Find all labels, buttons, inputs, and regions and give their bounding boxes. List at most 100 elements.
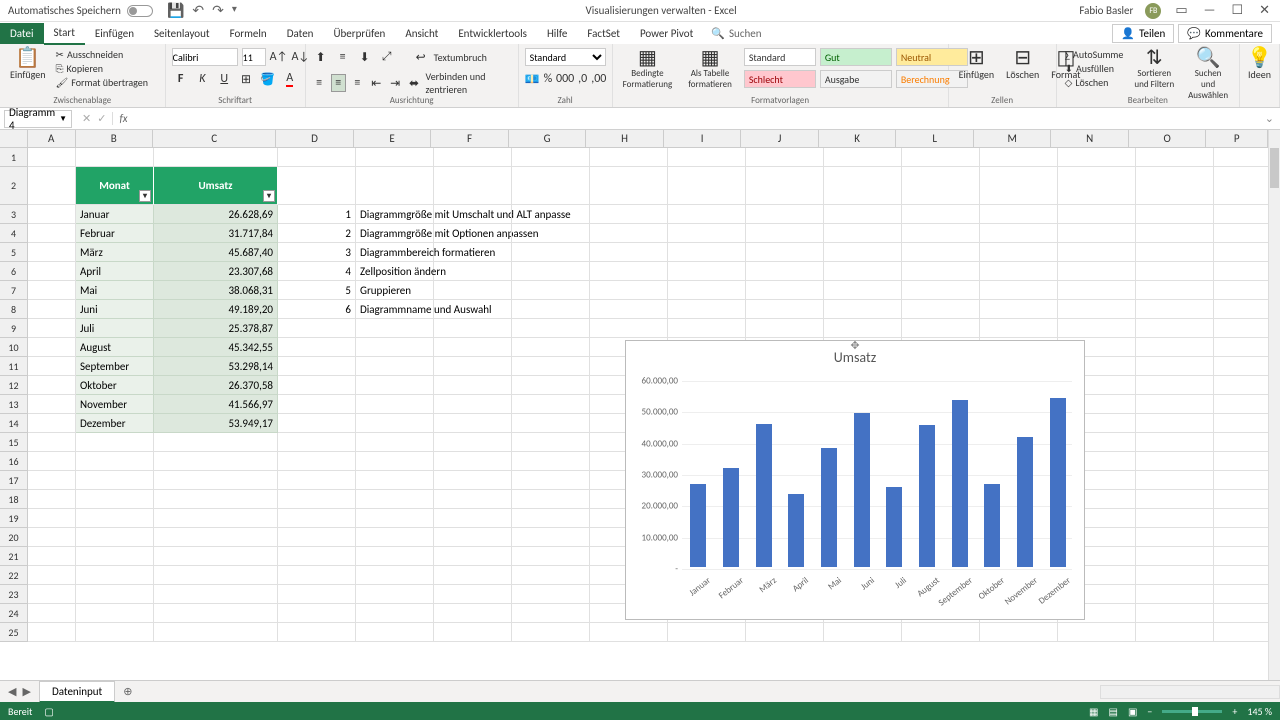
cell[interactable] [512, 471, 590, 490]
cell[interactable] [434, 357, 512, 376]
cell[interactable] [356, 338, 434, 357]
cell[interactable] [1214, 357, 1276, 376]
cell[interactable] [512, 376, 590, 395]
cell[interactable] [28, 376, 76, 395]
cell[interactable] [512, 300, 590, 319]
chart-bar[interactable] [1050, 398, 1066, 567]
cell[interactable] [668, 205, 746, 224]
tab-factset[interactable]: FactSet [577, 23, 630, 44]
zoom-level[interactable]: 145 % [1247, 705, 1272, 718]
col-header-G[interactable]: G [509, 130, 587, 147]
cell[interactable] [980, 205, 1058, 224]
cell[interactable] [278, 148, 356, 167]
cell[interactable] [512, 490, 590, 509]
cell[interactable] [28, 623, 76, 642]
cell[interactable] [668, 167, 746, 205]
cell[interactable]: 5 [278, 281, 356, 300]
row-header[interactable]: 13 [0, 395, 28, 414]
col-header-M[interactable]: M [974, 130, 1052, 147]
cell[interactable] [512, 338, 590, 357]
cell[interactable] [824, 262, 902, 281]
name-box[interactable]: Diagramm 4▼ [4, 110, 72, 128]
format-painter-button[interactable]: 🖌Format übertragen [56, 76, 148, 89]
cell[interactable] [590, 281, 668, 300]
font-name-input[interactable] [172, 48, 238, 66]
row-header[interactable]: 20 [0, 528, 28, 547]
accept-formula-icon[interactable]: ✓ [97, 112, 106, 125]
cell[interactable] [590, 224, 668, 243]
cell[interactable] [1136, 281, 1214, 300]
filter-icon[interactable]: ▾ [263, 190, 275, 202]
chart-bar[interactable] [984, 484, 1000, 567]
row-header[interactable]: 2 [0, 167, 28, 205]
cell[interactable] [512, 224, 590, 243]
cell[interactable]: 26.370,58 [154, 376, 278, 395]
tab-powerpivot[interactable]: Power Pivot [630, 23, 703, 44]
ribbon-options-icon[interactable]: ▭ [1173, 3, 1189, 18]
cell[interactable] [902, 224, 980, 243]
fill-color-icon[interactable]: 🪣 [259, 70, 277, 88]
cell[interactable] [154, 509, 278, 528]
cell[interactable] [76, 490, 154, 509]
align-left-icon[interactable]: ≡ [312, 74, 327, 92]
cell[interactable] [434, 167, 512, 205]
cell[interactable] [1136, 148, 1214, 167]
share-button[interactable]: 👤Teilen [1112, 24, 1174, 43]
cell[interactable] [356, 395, 434, 414]
cell[interactable] [668, 224, 746, 243]
cell[interactable] [824, 148, 902, 167]
cell[interactable] [1214, 281, 1276, 300]
save-icon[interactable]: 💾 [167, 2, 184, 19]
cell[interactable] [434, 623, 512, 642]
cell[interactable] [154, 490, 278, 509]
cell[interactable] [1214, 509, 1276, 528]
cell[interactable]: September [76, 357, 154, 376]
chart-bar[interactable] [821, 448, 837, 567]
cell[interactable] [1214, 604, 1276, 623]
row-header[interactable]: 9 [0, 319, 28, 338]
cell[interactable] [1136, 452, 1214, 471]
cell[interactable] [356, 604, 434, 623]
cell[interactable]: 45.342,55 [154, 338, 278, 357]
cell[interactable] [1136, 547, 1214, 566]
view-normal-icon[interactable]: ▦ [1089, 705, 1098, 718]
row-header[interactable]: 14 [0, 414, 28, 433]
cell[interactable] [1214, 528, 1276, 547]
italic-icon[interactable]: K [193, 70, 211, 88]
cell[interactable] [1214, 566, 1276, 585]
row-header[interactable]: 23 [0, 585, 28, 604]
cell[interactable]: 6 [278, 300, 356, 319]
cell[interactable] [434, 148, 512, 167]
cell[interactable] [356, 376, 434, 395]
cell[interactable] [824, 623, 902, 642]
cell[interactable]: Diagrammbereich formatieren [356, 243, 434, 262]
cell[interactable] [512, 547, 590, 566]
number-format-select[interactable]: Standard [525, 48, 606, 66]
cell[interactable] [1214, 167, 1276, 205]
cell[interactable] [1214, 205, 1276, 224]
cell[interactable] [434, 262, 512, 281]
cell[interactable]: 1 [278, 205, 356, 224]
cell[interactable] [1214, 376, 1276, 395]
cell[interactable] [902, 205, 980, 224]
cell[interactable] [278, 566, 356, 585]
sheet-prev-icon[interactable]: ◀ [8, 685, 16, 698]
cell[interactable] [1136, 319, 1214, 338]
cell[interactable] [76, 528, 154, 547]
cell[interactable] [512, 205, 590, 224]
cell[interactable] [356, 585, 434, 604]
cell[interactable] [1214, 585, 1276, 604]
cell[interactable] [28, 300, 76, 319]
cell[interactable] [278, 376, 356, 395]
cell[interactable] [278, 357, 356, 376]
row-header[interactable]: 10 [0, 338, 28, 357]
cell[interactable]: Juli [76, 319, 154, 338]
cell[interactable] [1214, 338, 1276, 357]
row-header[interactable]: 18 [0, 490, 28, 509]
tab-review[interactable]: Überprüfen [323, 23, 395, 44]
cell[interactable] [1136, 224, 1214, 243]
cell[interactable] [1136, 414, 1214, 433]
cell[interactable] [980, 243, 1058, 262]
cell[interactable] [1136, 395, 1214, 414]
cell[interactable] [1136, 585, 1214, 604]
